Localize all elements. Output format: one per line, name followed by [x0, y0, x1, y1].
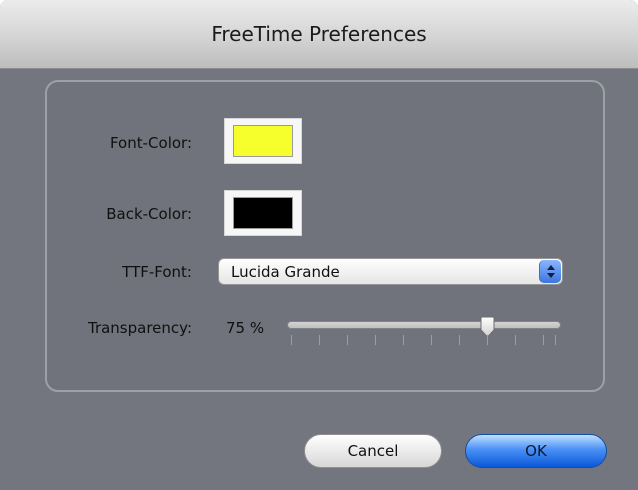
- ttf-font-value: Lucida Grande: [231, 263, 340, 281]
- window-title: FreeTime Preferences: [211, 22, 427, 46]
- ttf-font-label: TTF-Font:: [122, 263, 192, 281]
- title-bar[interactable]: FreeTime Preferences: [0, 0, 638, 69]
- slider-tick: [347, 335, 348, 345]
- slider-tick: [515, 335, 516, 345]
- preferences-window: FreeTime Preferences Font-Color: Back-Co…: [0, 0, 638, 490]
- chevron-down-icon: [547, 273, 555, 278]
- font-color-label: Font-Color:: [109, 134, 192, 152]
- cancel-button[interactable]: Cancel: [304, 434, 442, 468]
- slider-tick: [543, 335, 544, 345]
- back-color-fill: [233, 197, 293, 229]
- slider-tick: [291, 335, 292, 345]
- select-arrows-icon: [539, 260, 561, 283]
- slider-tick: [375, 335, 376, 345]
- slider-tick: [319, 335, 320, 345]
- preferences-group: [45, 80, 605, 392]
- ok-button[interactable]: OK: [465, 434, 607, 468]
- slider-tick: [555, 335, 556, 345]
- font-color-fill: [233, 125, 293, 157]
- transparency-slider-track[interactable]: [287, 321, 561, 329]
- slider-tick: [431, 335, 432, 345]
- slider-tick: [487, 335, 488, 345]
- back-color-swatch[interactable]: [224, 190, 302, 236]
- transparency-label: Transparency:: [87, 319, 192, 337]
- transparency-value: 75 %: [226, 319, 265, 337]
- slider-tick: [403, 335, 404, 345]
- slider-tick: [459, 335, 460, 345]
- chevron-up-icon: [547, 265, 555, 270]
- back-color-label: Back-Color:: [106, 205, 192, 223]
- font-color-swatch[interactable]: [224, 118, 302, 164]
- ttf-font-select[interactable]: Lucida Grande: [218, 258, 563, 285]
